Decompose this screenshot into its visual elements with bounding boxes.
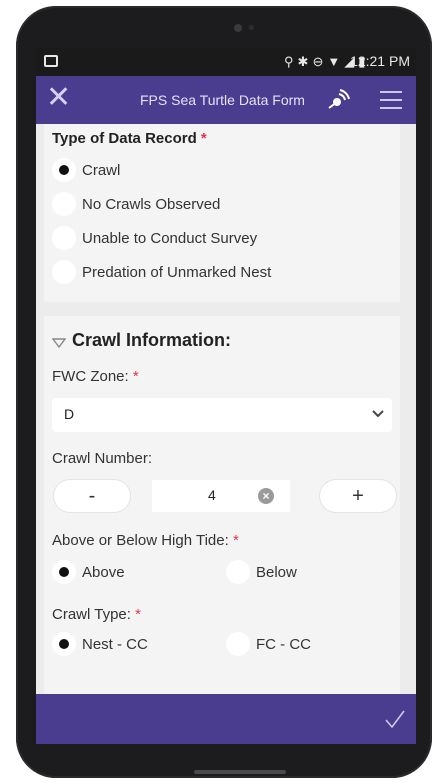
collapse-triangle-icon[interactable] <box>52 338 66 348</box>
decrement-button[interactable]: - <box>54 480 130 512</box>
chevron-down-icon <box>372 410 384 418</box>
radio-button[interactable] <box>52 560 76 584</box>
bluetooth-icon: ✱ <box>297 54 313 69</box>
type-of-data-card: Type of Data Record * Crawl No Crawls Ob… <box>44 124 400 302</box>
tide-label: Above or Below High Tide: * <box>52 532 239 549</box>
do-not-disturb-icon: ⊖ <box>312 54 328 69</box>
crawl-information-title: Crawl Information: <box>72 330 232 350</box>
crawl-type-label: Crawl Type: * <box>52 606 141 623</box>
image-notification-icon <box>44 55 58 67</box>
crawl-number-input[interactable]: 4 × <box>152 480 290 512</box>
radio-button[interactable] <box>52 158 76 182</box>
sensor <box>249 25 254 30</box>
radio-button[interactable] <box>226 632 250 656</box>
crawl-number-label: Crawl Number: <box>52 450 153 467</box>
app-title: FPS Sea Turtle Data Form <box>140 92 305 108</box>
status-time: 12:21 PM <box>350 53 410 69</box>
check-icon[interactable] <box>384 708 406 730</box>
fwc-zone-select[interactable]: D <box>52 398 392 432</box>
app-bar: ✕ FPS Sea Turtle Data Form <box>36 76 416 124</box>
increment-button[interactable]: + <box>320 480 396 512</box>
home-indicator <box>194 770 286 774</box>
crawl-number-stepper: - 4 × + <box>54 480 396 514</box>
crawl-information-card: Crawl Information: FWC Zone: * D Crawl N… <box>44 316 400 694</box>
gps-signal-icon[interactable] <box>325 88 351 112</box>
wifi-icon: ▼ <box>327 54 345 69</box>
clear-icon[interactable]: × <box>258 488 274 504</box>
radio-button[interactable] <box>52 192 76 216</box>
radio-button[interactable] <box>52 226 76 250</box>
type-of-data-label: Type of Data Record * <box>52 130 207 147</box>
radio-button[interactable] <box>52 260 76 284</box>
close-icon[interactable]: ✕ <box>46 83 74 114</box>
radio-button[interactable] <box>226 560 250 584</box>
front-camera <box>234 24 242 32</box>
location-icon: ⚲ <box>284 54 298 69</box>
form-content[interactable]: Type of Data Record * Crawl No Crawls Ob… <box>36 124 416 694</box>
radio-button[interactable] <box>52 632 76 656</box>
status-bar: ⚲✱⊖▼◢▮ 12:21 PM <box>36 48 416 76</box>
menu-icon[interactable] <box>380 91 402 109</box>
bottom-action-bar <box>36 694 416 744</box>
screen: ⚲✱⊖▼◢▮ 12:21 PM ✕ FPS Sea Turtle Data Fo… <box>36 48 416 744</box>
fwc-zone-label: FWC Zone: * <box>52 368 139 385</box>
